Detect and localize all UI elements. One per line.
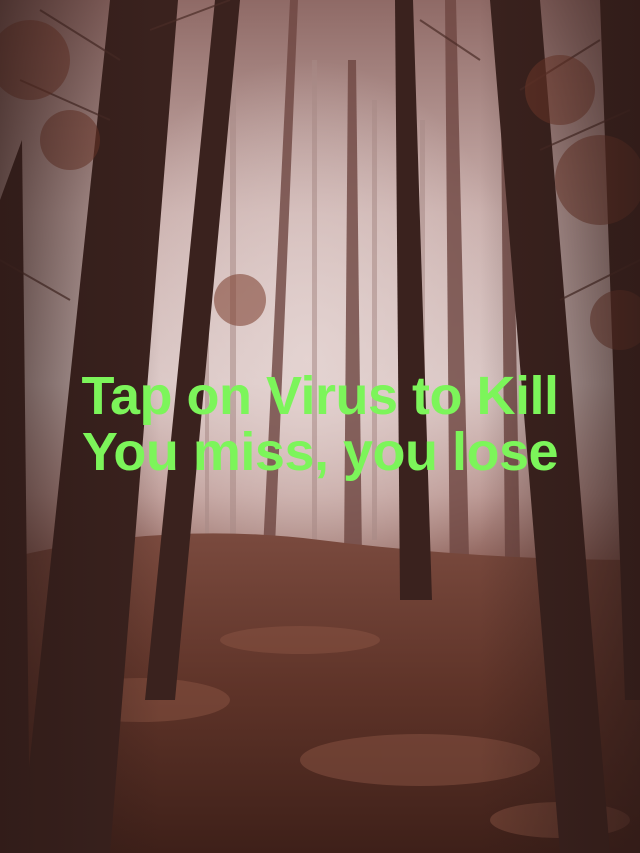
instruction-line-1: Tap on Virus to Kill: [81, 366, 559, 426]
instruction-line-2: You miss, you lose: [81, 422, 559, 482]
game-screen[interactable]: Tap on Virus to Kill You miss, you lose: [0, 0, 640, 853]
instructions-overlay: Tap on Virus to Kill You miss, you lose: [0, 368, 640, 480]
